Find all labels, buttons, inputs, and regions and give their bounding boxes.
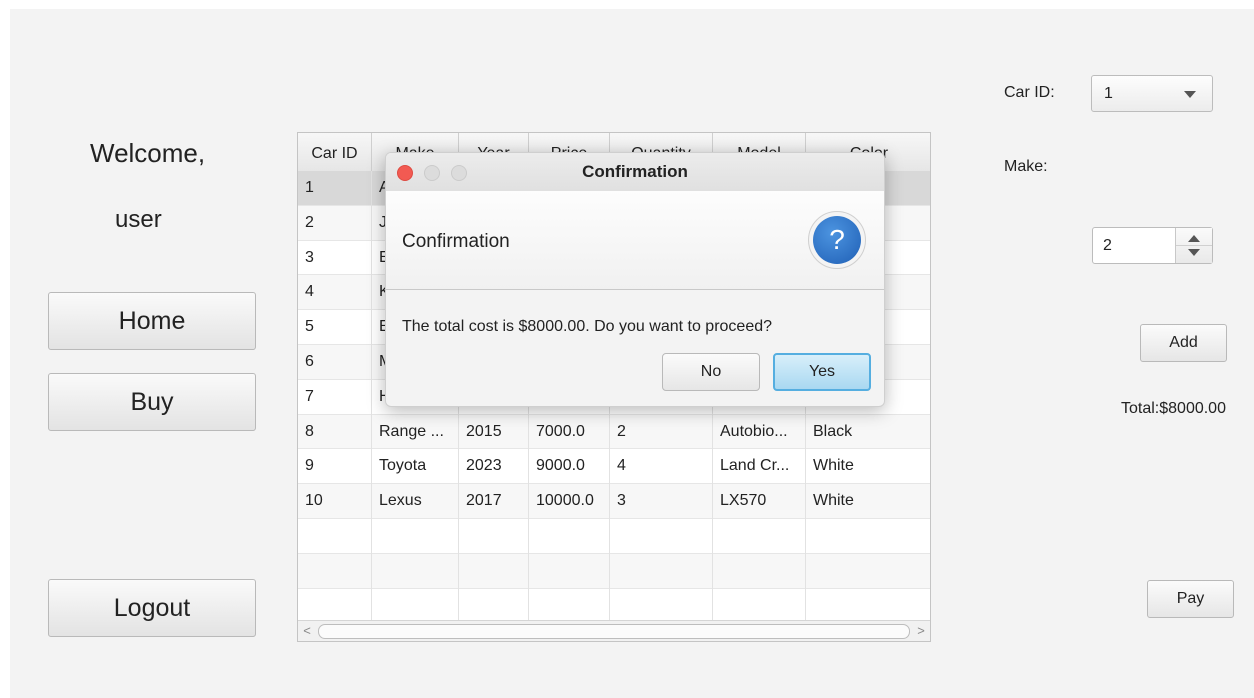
cell-model: [713, 553, 806, 589]
cell-model: LX570: [713, 484, 806, 519]
table-row[interactable]: [298, 553, 930, 589]
scroll-right-icon[interactable]: >: [912, 621, 930, 641]
cell-price: [529, 588, 610, 624]
cell-color: [806, 519, 930, 554]
cell-model: [713, 518, 806, 554]
cell-color: White: [813, 457, 854, 475]
no-button[interactable]: No: [662, 353, 760, 391]
confirmation-dialog: Confirmation Confirmation ? The total co…: [385, 152, 885, 407]
cell-year: 2023: [459, 449, 529, 485]
add-button[interactable]: Add: [1140, 324, 1227, 362]
home-button[interactable]: Home: [48, 292, 256, 350]
chevron-down-icon: [1184, 91, 1196, 98]
question-mark-glyph: ?: [813, 216, 861, 264]
cell-model: Autobio...: [713, 414, 806, 450]
column-header-car-id[interactable]: Car ID: [298, 133, 372, 171]
car-id-select[interactable]: 1: [1091, 75, 1213, 112]
cell-car-id: 8: [298, 414, 372, 450]
cell-color: White: [813, 492, 854, 510]
cell-make: Lexus: [372, 484, 459, 519]
cell-year: 2017: [459, 484, 529, 519]
quantity-stepper[interactable]: 2: [1092, 227, 1213, 264]
dialog-message: The total cost is $8000.00. Do you want …: [402, 318, 773, 335]
cell-color: Black: [813, 422, 853, 440]
cell-color: [806, 589, 930, 624]
yes-button[interactable]: Yes: [773, 353, 871, 391]
cell-price: 7000.0: [529, 414, 610, 450]
cell-car-id: 10: [298, 484, 372, 519]
cell-quantity: 2: [610, 414, 713, 450]
cell-color: [806, 554, 930, 589]
cell-make: [372, 588, 459, 624]
logout-button[interactable]: Logout: [48, 579, 256, 637]
cell-car-id: [298, 588, 372, 624]
cell-quantity: 4: [610, 449, 713, 485]
table-row[interactable]: [298, 518, 930, 554]
cell-car-id: [298, 518, 372, 554]
cell-car-id: [298, 553, 372, 589]
cell-year: [459, 553, 529, 589]
dialog-title: Confirmation: [582, 162, 688, 181]
cell-price: 10000.0: [529, 484, 610, 519]
cell-car-id: 9: [298, 449, 372, 485]
dialog-header-text: Confirmation: [402, 231, 510, 252]
car-id-label: Car ID:: [1004, 84, 1055, 101]
cell-make: [372, 518, 459, 554]
increment-arrow-icon[interactable]: [1188, 235, 1200, 242]
pay-button[interactable]: Pay: [1147, 580, 1234, 618]
car-id-value: 1: [1104, 85, 1113, 102]
cell-price: [529, 518, 610, 554]
quantity-value: 2: [1103, 237, 1112, 254]
cell-quantity: [610, 588, 713, 624]
cell-car-id: 3: [298, 240, 372, 276]
cell-model: Land Cr...: [713, 449, 806, 485]
cell-price: 9000.0: [529, 449, 610, 485]
cell-car-id: 1: [298, 171, 372, 206]
username-text: user: [115, 206, 162, 233]
cell-year: [459, 518, 529, 554]
cell-car-id: 6: [298, 344, 372, 380]
buy-button[interactable]: Buy: [48, 373, 256, 431]
cell-model: [713, 588, 806, 624]
make-label: Make:: [1004, 158, 1048, 175]
cell-car-id: 5: [298, 310, 372, 345]
cell-price: [529, 553, 610, 589]
cell-make: Range ...: [372, 414, 459, 450]
dialog-header: Confirmation ?: [386, 191, 884, 290]
cell-car-id: 2: [298, 205, 372, 241]
decrement-arrow-icon[interactable]: [1188, 249, 1200, 256]
table-row[interactable]: 10 Lexus 2017 10000.0 3 LX570 White: [298, 484, 930, 519]
cell-make: Toyota: [372, 449, 459, 485]
question-icon: ?: [808, 211, 866, 269]
table-row[interactable]: 8 Range ... 2015 7000.0 2 Autobio... Black: [298, 414, 930, 450]
cell-quantity: 3: [610, 484, 713, 519]
cell-make: [372, 553, 459, 589]
cell-car-id: 7: [298, 379, 372, 415]
total-text: Total:$8000.00: [1121, 400, 1226, 417]
welcome-text: Welcome,: [90, 138, 206, 168]
horizontal-scrollbar[interactable]: < >: [298, 620, 930, 641]
table-row[interactable]: 9 Toyota 2023 9000.0 4 Land Cr... White: [298, 449, 930, 485]
cell-quantity: [610, 553, 713, 589]
cell-year: [459, 588, 529, 624]
cell-year: 2015: [459, 414, 529, 450]
cell-car-id: 4: [298, 275, 372, 311]
scroll-left-icon[interactable]: <: [298, 621, 316, 641]
dialog-titlebar[interactable]: Confirmation: [386, 153, 884, 192]
cell-quantity: [610, 518, 713, 554]
stepper-buttons: [1175, 228, 1212, 263]
scrollbar-thumb[interactable]: [318, 624, 910, 639]
table-row[interactable]: [298, 588, 930, 624]
